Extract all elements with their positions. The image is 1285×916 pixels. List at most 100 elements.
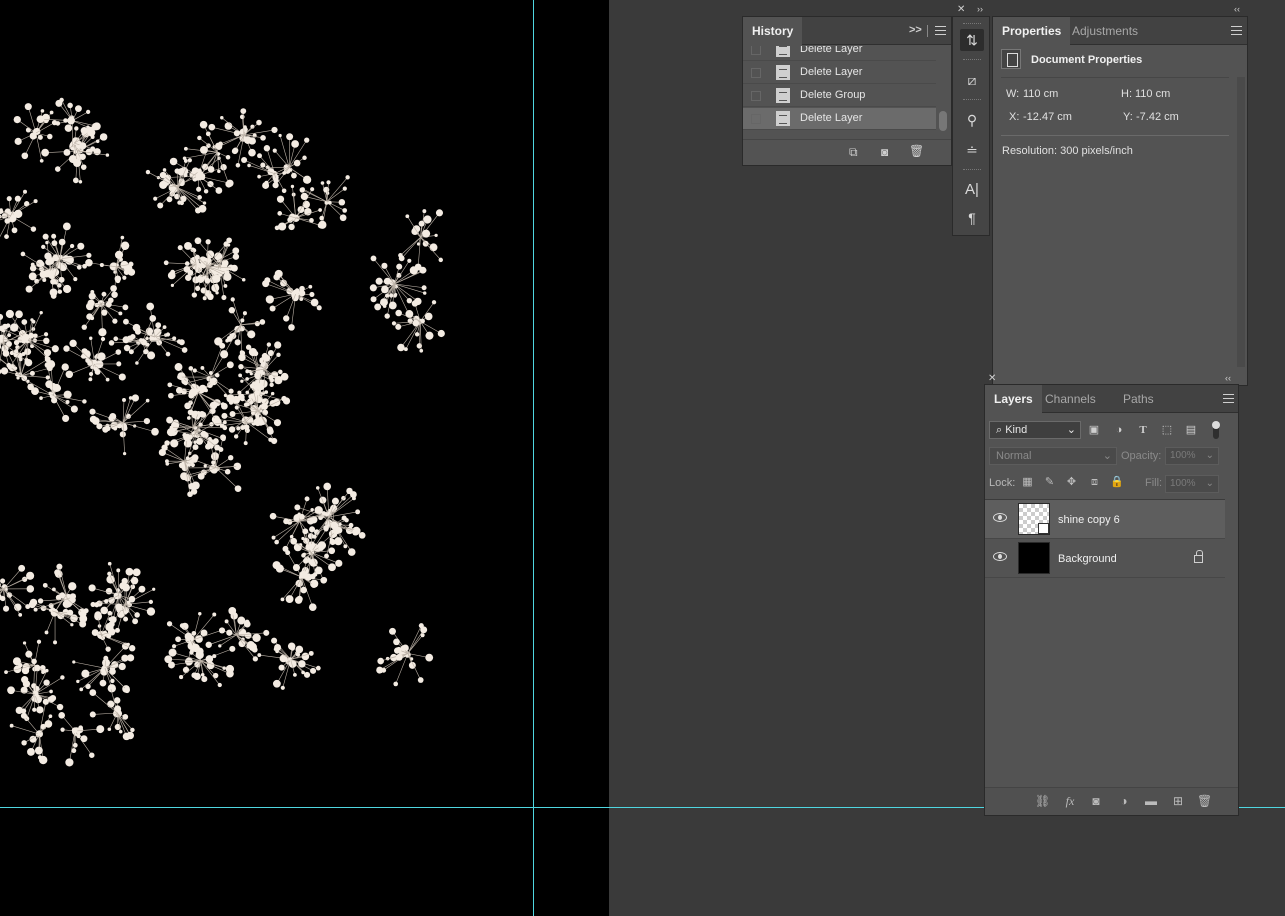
blend-mode-value: Normal bbox=[996, 450, 1032, 462]
brush-presets-icon[interactable]: ⚲ bbox=[960, 109, 984, 131]
properties-tabbar: Properties Adjustments bbox=[993, 17, 1247, 45]
lock-all-icon[interactable]: 🔒 bbox=[1110, 476, 1124, 489]
adjustment-layer-filter-icon[interactable]: ◑ bbox=[1112, 423, 1126, 437]
panel-menu-icon[interactable] bbox=[1231, 26, 1242, 35]
history-item[interactable]: Delete Layer bbox=[743, 62, 936, 84]
add-mask-icon[interactable]: ◙ bbox=[1089, 794, 1103, 808]
new-document-from-state-icon[interactable]: ⧉ bbox=[849, 145, 858, 160]
history-item-label: Delete Layer bbox=[800, 46, 863, 55]
divider bbox=[1001, 135, 1229, 136]
adjustments-icon[interactable]: ≐ bbox=[960, 139, 984, 161]
layer-thumbnail[interactable] bbox=[1018, 503, 1050, 535]
tab-channels[interactable]: Channels bbox=[1036, 385, 1105, 413]
layers-footer: ⛓ fx ◙ ◑ ▬ ⊞ 🗑 bbox=[985, 787, 1238, 815]
history-scrollbar[interactable] bbox=[939, 111, 947, 131]
history-item-label: Delete Layer bbox=[800, 66, 863, 78]
divider bbox=[927, 25, 928, 37]
opacity-value: 100% bbox=[1170, 450, 1196, 461]
layer-filter-select[interactable]: ⌕ Kind ⌄ bbox=[989, 421, 1081, 439]
new-group-icon[interactable]: ▬ bbox=[1144, 794, 1158, 808]
chevron-down-icon: ⌄ bbox=[1066, 424, 1076, 436]
clone-source-icon[interactable]: ⧄ bbox=[960, 69, 984, 91]
y-label: Y: bbox=[1123, 111, 1133, 123]
history-panel: History >> Delete Layer Delete Layer Del… bbox=[742, 16, 952, 166]
lock-label: Lock: bbox=[989, 477, 1016, 489]
trash-icon[interactable]: 🗑 bbox=[1197, 794, 1212, 808]
x-value[interactable]: -12.47 cm bbox=[1023, 111, 1072, 123]
tab-paths[interactable]: Paths bbox=[1114, 385, 1163, 413]
history-item-selected[interactable]: Delete Layer bbox=[743, 108, 936, 130]
tab-properties[interactable]: Properties bbox=[993, 17, 1071, 45]
tab-adjustments[interactable]: Adjustments bbox=[1063, 17, 1147, 45]
grip[interactable] bbox=[963, 169, 981, 172]
document-canvas[interactable] bbox=[0, 0, 609, 916]
height-value[interactable]: 110 cm bbox=[1135, 88, 1170, 100]
opacity-label: Opacity: bbox=[1121, 450, 1162, 462]
close-icon[interactable]: ✕ bbox=[988, 373, 996, 384]
panel-menu-icon[interactable] bbox=[935, 26, 946, 35]
lock-transparent-pixels-icon[interactable]: ▦ bbox=[1021, 476, 1034, 489]
history-list: Delete Layer Delete Layer Delete Group D… bbox=[743, 46, 953, 139]
tab-layers[interactable]: Layers bbox=[985, 385, 1042, 413]
properties-scrollbar[interactable] bbox=[1237, 77, 1245, 367]
type-layer-filter-icon[interactable]: T bbox=[1136, 423, 1150, 437]
collapse-icon[interactable]: ‹‹ bbox=[1234, 4, 1240, 14]
grip[interactable] bbox=[963, 23, 981, 26]
blend-mode-select[interactable]: Normal ⌄ bbox=[989, 447, 1117, 465]
vertical-guide[interactable] bbox=[533, 0, 534, 916]
smart-object-filter-icon[interactable]: ▤ bbox=[1184, 423, 1198, 437]
history-item[interactable]: Delete Layer bbox=[743, 46, 936, 61]
width-value[interactable]: 110 cm bbox=[1023, 88, 1058, 100]
new-layer-icon[interactable]: ⊞ bbox=[1171, 794, 1185, 808]
document-icon bbox=[1001, 49, 1021, 69]
adjustment-layer-icon[interactable]: ◑ bbox=[1117, 794, 1131, 808]
visibility-eye-icon[interactable] bbox=[993, 552, 1007, 561]
snapshot-checkbox[interactable] bbox=[751, 114, 761, 124]
lock-position-icon[interactable]: ✥ bbox=[1065, 476, 1078, 489]
expand-icon[interactable]: >> bbox=[909, 24, 922, 36]
history-item-label: Delete Group bbox=[800, 89, 866, 101]
resolution-text: Resolution: 300 pixels/inch bbox=[1002, 145, 1133, 157]
collapse-icon[interactable]: ‹‹ bbox=[1225, 373, 1231, 383]
snapshot-checkbox[interactable] bbox=[751, 68, 761, 78]
layer-name[interactable]: shine copy 6 bbox=[1058, 514, 1120, 526]
layer-row-background[interactable]: Background bbox=[985, 539, 1225, 578]
paragraph-panel-icon[interactable]: ¶ bbox=[960, 207, 984, 229]
trash-icon[interactable]: 🗑 bbox=[909, 144, 924, 158]
layer-thumbnail[interactable] bbox=[1018, 542, 1050, 574]
smart-object-badge-icon bbox=[1038, 523, 1049, 534]
grip[interactable] bbox=[963, 59, 981, 62]
panel-menu-icon[interactable] bbox=[1223, 394, 1234, 403]
snapshot-checkbox[interactable] bbox=[751, 91, 761, 101]
fill-field[interactable]: 100% ⌄ bbox=[1165, 475, 1219, 493]
panel-dock-strip: ⇅ ⧄ ⚲ ≐ A| ¶ bbox=[952, 16, 990, 236]
character-panel-icon[interactable]: A| bbox=[960, 179, 984, 201]
properties-panel-icon[interactable]: ⇅ bbox=[960, 29, 984, 51]
pixel-layer-filter-icon[interactable]: ▣ bbox=[1087, 423, 1101, 437]
camera-icon[interactable]: ◙ bbox=[881, 145, 888, 159]
heading-label: Document Properties bbox=[1031, 54, 1143, 66]
opacity-field[interactable]: 100% ⌄ bbox=[1165, 447, 1219, 465]
link-layers-icon[interactable]: ⛓ bbox=[1035, 794, 1050, 808]
grip[interactable] bbox=[963, 99, 981, 102]
shape-layer-filter-icon[interactable]: ⬚ bbox=[1160, 423, 1174, 437]
document-icon bbox=[776, 46, 790, 57]
close-icon[interactable]: ✕ bbox=[957, 4, 965, 15]
layer-row-shine-copy-6[interactable]: shine copy 6 bbox=[985, 500, 1225, 539]
snapshot-checkbox[interactable] bbox=[751, 46, 761, 55]
lock-artboard-icon[interactable]: ⧈ bbox=[1088, 476, 1101, 489]
history-item[interactable]: Delete Group bbox=[743, 85, 936, 107]
lock-icon[interactable] bbox=[1194, 550, 1203, 563]
fill-value: 100% bbox=[1170, 478, 1196, 489]
y-value[interactable]: -7.42 cm bbox=[1136, 111, 1179, 123]
layer-name[interactable]: Background bbox=[1058, 553, 1117, 565]
expand-panels-icon[interactable]: ›› bbox=[977, 4, 983, 14]
layers-panel: Layers Channels Paths ⌕ Kind ⌄ ▣ ◑ T ⬚ ▤… bbox=[984, 384, 1239, 816]
fx-icon[interactable]: fx bbox=[1063, 794, 1077, 808]
lock-image-pixels-icon[interactable]: ✎ bbox=[1043, 476, 1056, 489]
width-label: W: bbox=[1006, 88, 1020, 100]
filter-toggle[interactable] bbox=[1212, 421, 1220, 439]
x-label: X: bbox=[1009, 111, 1020, 123]
tab-history[interactable]: History bbox=[743, 17, 803, 45]
visibility-eye-icon[interactable] bbox=[993, 513, 1007, 522]
